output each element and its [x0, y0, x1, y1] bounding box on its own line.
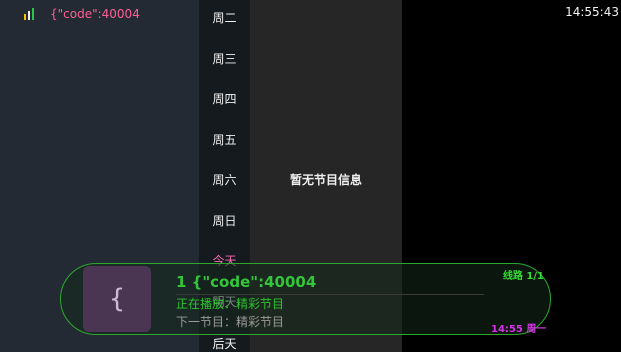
now-playing-text: 正在播放：精彩节目: [176, 297, 285, 311]
source-label: 线路 1/1: [502, 271, 544, 282]
channel-name: {"code":40004: [50, 7, 140, 21]
day-item-wednesday[interactable]: 周三: [199, 50, 250, 67]
day-item-saturday[interactable]: 周六: [199, 171, 250, 188]
channel-thumbnail: {: [83, 266, 151, 332]
clock: 14:55:43: [565, 5, 619, 19]
next-program-text: 下一节目：精彩节目: [176, 315, 285, 329]
channel-title: 1 {"code":40004: [176, 273, 317, 291]
day-item-day-after-tomorrow[interactable]: 后天: [199, 335, 250, 352]
curly-brace-icon: {: [108, 284, 126, 314]
day-item-sunday[interactable]: 周日: [199, 212, 250, 229]
signal-bars-icon: [24, 8, 36, 20]
info-time: 14:55 周一: [491, 324, 547, 335]
day-item-friday[interactable]: 周五: [199, 131, 250, 148]
day-item-thursday[interactable]: 周四: [199, 90, 250, 107]
no-program-message: 暂无节目信息: [289, 173, 362, 187]
day-item-tuesday[interactable]: 周二: [199, 9, 250, 26]
channel-item[interactable]: {"code":40004: [24, 7, 140, 21]
